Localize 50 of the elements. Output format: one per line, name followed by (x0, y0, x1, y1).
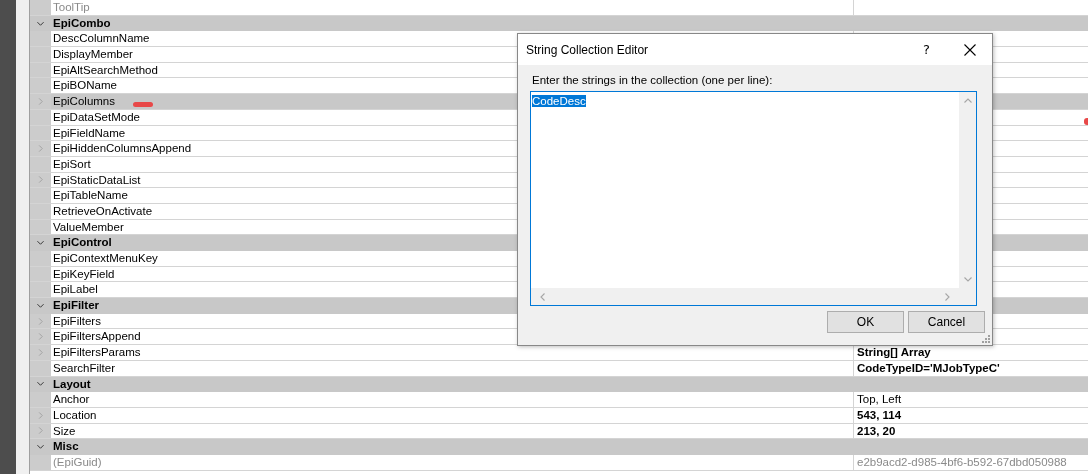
row-gutter (30, 0, 51, 15)
property-name: (EpiGuid) (51, 454, 854, 470)
property-row[interactable]: ToolTip (30, 0, 1088, 16)
property-name: Size (51, 423, 854, 439)
vertical-scrollbar[interactable] (959, 92, 976, 288)
row-gutter (30, 188, 51, 203)
property-value: CodeTypeID='MJobTypeC' (856, 360, 1001, 376)
collapse-chevron-icon[interactable] (37, 239, 44, 247)
property-name: Location (51, 407, 854, 423)
category-label: EpiControl (52, 235, 112, 250)
collapse-chevron-icon[interactable] (37, 380, 44, 388)
property-row[interactable]: SearchFilter CodeTypeID='MJobTypeC' (30, 360, 1088, 377)
expand-chevron-icon[interactable] (37, 317, 44, 325)
property-value: String[] Array (856, 345, 932, 360)
category-label: Layout (52, 376, 91, 392)
resize-grip-icon[interactable] (982, 335, 990, 343)
property-row[interactable]: Location 543, 114 (30, 407, 1088, 424)
row-gutter (30, 31, 51, 47)
category-label: EpiFilter (52, 298, 99, 313)
horizontal-scrollbar[interactable] (531, 288, 959, 305)
dialog-button[interactable]: OK (827, 311, 904, 333)
property-row[interactable]: (EpiGuid) e2b9acd2-d985-4bf6-b592-67dbd050988 (30, 454, 1088, 471)
expand-chevron-icon[interactable] (37, 145, 44, 153)
collapse-chevron-icon[interactable] (37, 19, 44, 27)
expand-chevron-icon[interactable] (37, 427, 44, 435)
category-label: EpiCombo (52, 15, 111, 31)
property-name: SearchFilter (51, 360, 854, 376)
expand-chevron-icon[interactable] (37, 97, 44, 105)
property-name: Anchor (51, 392, 854, 407)
expand-chevron-icon[interactable] (37, 411, 44, 419)
category-row[interactable]: Misc (30, 439, 1088, 455)
property-name: ToolTip (51, 0, 854, 15)
annotation-mark (133, 102, 153, 107)
collapse-chevron-icon[interactable] (37, 301, 44, 309)
scroll-right-icon[interactable] (943, 292, 951, 301)
collapse-chevron-icon[interactable] (37, 443, 44, 451)
property-value: 543, 114 (856, 407, 903, 423)
dialog-button[interactable]: Cancel (908, 311, 985, 333)
expand-chevron-icon[interactable] (37, 176, 44, 184)
scroll-left-icon[interactable] (539, 292, 547, 301)
scroll-down-icon[interactable] (963, 275, 972, 283)
category-label: Misc (52, 439, 79, 454)
row-gutter (30, 392, 51, 407)
property-value: Top, Left (856, 392, 903, 407)
property-value: e2b9acd2-d985-4bf6-b592-67dbd050988 (856, 454, 1068, 470)
scroll-up-icon[interactable] (963, 97, 972, 105)
expand-chevron-icon[interactable] (37, 333, 44, 341)
expand-chevron-icon[interactable] (37, 348, 44, 356)
property-row[interactable]: Anchor Top, Left (30, 392, 1088, 408)
property-value: 213, 20 (856, 423, 897, 439)
